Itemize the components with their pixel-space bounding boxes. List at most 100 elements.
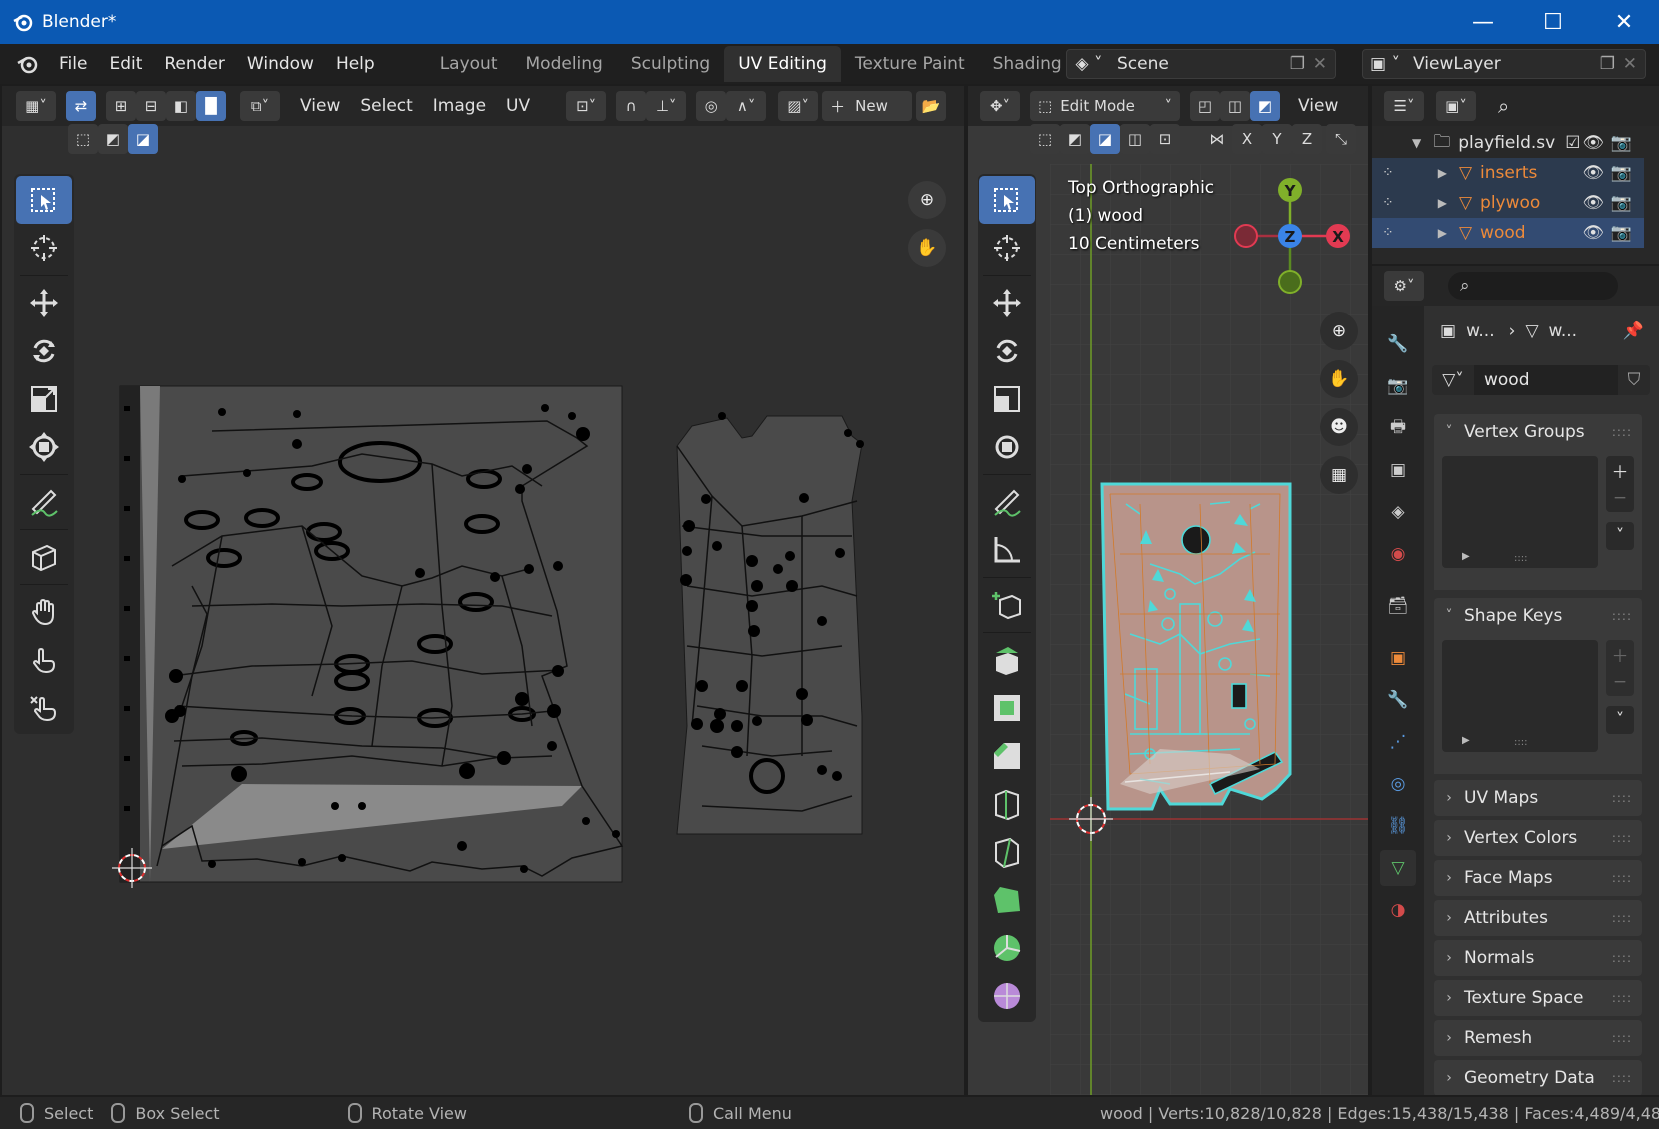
- duplicate-view-layer-icon[interactable]: ❐: [1600, 54, 1615, 74]
- uv-menu-view[interactable]: View: [300, 96, 340, 116]
- uv-maps-panel[interactable]: › UV Maps::::: [1434, 780, 1642, 816]
- spin-tool[interactable]: [979, 924, 1035, 972]
- select-box-tool[interactable]: [16, 176, 72, 224]
- fake-user-shield-icon[interactable]: ⛉: [1618, 365, 1650, 395]
- mode-selector[interactable]: ⬚ Edit Mode ˅: [1030, 91, 1180, 121]
- vertex-groups-panel-header[interactable]: ˅ Vertex Groups ::::: [1434, 414, 1642, 450]
- render-tab-icon[interactable]: 📷: [1380, 368, 1416, 404]
- tab-shading[interactable]: Shading: [979, 46, 1076, 82]
- viewport-canvas[interactable]: [1050, 164, 1368, 1095]
- mirror-z-button[interactable]: Z: [1292, 124, 1322, 154]
- expand-arrow-icon[interactable]: ▶: [1438, 196, 1447, 210]
- open-image-button[interactable]: 📂: [916, 91, 947, 121]
- cursor-tool[interactable]: [16, 224, 72, 272]
- outliner-row-inserts[interactable]: ⁘ ▶ ▽ inserts 👁 📷: [1372, 158, 1644, 188]
- uv-island-select-button[interactable]: ▐▌: [196, 91, 226, 121]
- tool-tab-icon[interactable]: 🔧: [1380, 326, 1416, 362]
- pinch-tool[interactable]: [16, 684, 72, 732]
- vp-rotate-tool[interactable]: [979, 327, 1035, 375]
- mesh-browse-icon[interactable]: ▽˅: [1432, 365, 1474, 395]
- extend-selection-button[interactable]: ◩: [98, 124, 128, 154]
- attributes-panel[interactable]: › Attributes::::: [1434, 900, 1642, 936]
- outliner-row-wood[interactable]: ⁘ ▶ ▽ wood 👁 📷: [1372, 218, 1644, 248]
- object-tab-icon[interactable]: ▣: [1380, 640, 1416, 676]
- face-maps-panel[interactable]: › Face Maps::::: [1434, 860, 1642, 896]
- viewport-editor-type-button[interactable]: ✥˅: [980, 91, 1020, 121]
- uv-menu-image[interactable]: Image: [433, 96, 486, 116]
- remove-vertex-group-button[interactable]: −: [1606, 484, 1634, 512]
- texture-space-panel[interactable]: › Texture Space::::: [1434, 980, 1642, 1016]
- constraints-tab-icon[interactable]: ⛓: [1380, 808, 1416, 844]
- vp-intersect-selection-button[interactable]: ⊡: [1150, 124, 1180, 154]
- extrude-tool[interactable]: [979, 636, 1035, 684]
- duplicate-scene-icon[interactable]: ❐: [1290, 54, 1305, 74]
- new-image-button[interactable]: ＋ New: [822, 91, 913, 121]
- vp-annotate-tool[interactable]: [979, 478, 1035, 526]
- vertex-select-mode-button[interactable]: ◰: [1190, 91, 1220, 121]
- drag-handle-icon[interactable]: ::::: [1612, 1071, 1632, 1085]
- scene-selector[interactable]: ◈ ˅ Scene ❐ ✕: [1066, 49, 1336, 79]
- move-tool[interactable]: [16, 279, 72, 327]
- relax-tool[interactable]: [16, 636, 72, 684]
- uv-menu-select[interactable]: Select: [360, 96, 412, 116]
- vp-cursor-tool[interactable]: [979, 224, 1035, 272]
- annotate-tool[interactable]: [16, 478, 72, 526]
- outliner-row-collection[interactable]: ▼ 🗀 playfield.sv ☑ 👁 📷: [1372, 128, 1644, 158]
- drag-handle-icon[interactable]: ::::: [1612, 991, 1632, 1005]
- remove-view-layer-icon[interactable]: ✕: [1623, 54, 1637, 74]
- drag-handle-icon[interactable]: ::::: [1612, 831, 1632, 845]
- display-mode-button[interactable]: ▣˅: [1436, 91, 1476, 121]
- normals-panel[interactable]: › Normals::::: [1434, 940, 1642, 976]
- menu-help[interactable]: Help: [336, 54, 375, 74]
- render-camera-icon[interactable]: 📷: [1611, 223, 1632, 243]
- uv-menu-uv[interactable]: UV: [506, 96, 530, 116]
- uv-edge-select-button[interactable]: ⊟: [136, 91, 166, 121]
- particles-tab-icon[interactable]: ⋰: [1380, 724, 1416, 760]
- vp-move-tool[interactable]: [979, 279, 1035, 327]
- tab-layout[interactable]: Layout: [426, 46, 512, 82]
- properties-search[interactable]: ⌕: [1448, 272, 1618, 300]
- drag-handle-icon[interactable]: ::::: [1612, 425, 1632, 439]
- expand-arrow-icon[interactable]: ▶: [1438, 226, 1447, 240]
- vp-scale-tool[interactable]: [979, 375, 1035, 423]
- auto-merge-icon[interactable]: ⤡: [1326, 124, 1356, 154]
- vp-subtract-selection-button[interactable]: ◪: [1090, 124, 1120, 154]
- face-select-mode-button[interactable]: ◩: [1250, 91, 1280, 121]
- transform-tool[interactable]: [16, 423, 72, 471]
- drag-handle-icon[interactable]: ::::: [1612, 871, 1632, 885]
- viewport-menu-view[interactable]: View: [1298, 96, 1338, 116]
- drag-handle-icon[interactable]: ::::: [1612, 951, 1632, 965]
- pin-icon[interactable]: 📌: [1623, 321, 1644, 341]
- material-tab-icon[interactable]: ◑: [1380, 892, 1416, 928]
- new-selection-button[interactable]: ⬚: [68, 124, 98, 154]
- expand-arrow-icon[interactable]: ▶: [1438, 166, 1447, 180]
- add-cube-tool[interactable]: [979, 581, 1035, 629]
- mirror-x-button[interactable]: X: [1232, 124, 1262, 154]
- knife-tool[interactable]: [979, 828, 1035, 876]
- drag-handle-icon[interactable]: ::::: [1612, 609, 1632, 623]
- search-icon[interactable]: ⌕: [1498, 94, 1509, 118]
- render-camera-icon[interactable]: 📷: [1611, 163, 1632, 183]
- ortho-toggle-icon[interactable]: ▦: [1320, 456, 1358, 494]
- remove-shape-key-button[interactable]: −: [1606, 668, 1634, 696]
- remesh-panel[interactable]: › Remesh::::: [1434, 1020, 1642, 1056]
- visibility-eye-icon[interactable]: 👁: [1582, 193, 1604, 213]
- uv-sync-selection-button[interactable]: ⇄: [66, 91, 96, 121]
- scale-tool[interactable]: [16, 375, 72, 423]
- editor-type-button[interactable]: ▦˅: [16, 91, 56, 121]
- menu-edit[interactable]: Edit: [109, 54, 142, 74]
- viewport-zoom-icon[interactable]: ⊕: [1320, 312, 1358, 350]
- view-layer-tab-icon[interactable]: ▣: [1380, 452, 1416, 488]
- uv-face-select-button[interactable]: ◧: [166, 91, 196, 121]
- shape-key-specials-button[interactable]: ˅: [1606, 706, 1634, 734]
- tab-sculpting[interactable]: Sculpting: [617, 46, 724, 82]
- rotate-tool[interactable]: [16, 327, 72, 375]
- subtract-selection-button[interactable]: ◪: [128, 124, 158, 154]
- properties-editor-type-button[interactable]: ⚙˅: [1384, 271, 1424, 301]
- blender-menu-icon[interactable]: [16, 52, 40, 76]
- vp-extend-selection-button[interactable]: ◩: [1060, 124, 1090, 154]
- render-camera-icon[interactable]: 📷: [1611, 133, 1632, 153]
- vp-new-selection-button[interactable]: ⬚: [1030, 124, 1060, 154]
- visibility-eye-icon[interactable]: 👁: [1582, 133, 1604, 153]
- loop-cut-tool[interactable]: [979, 780, 1035, 828]
